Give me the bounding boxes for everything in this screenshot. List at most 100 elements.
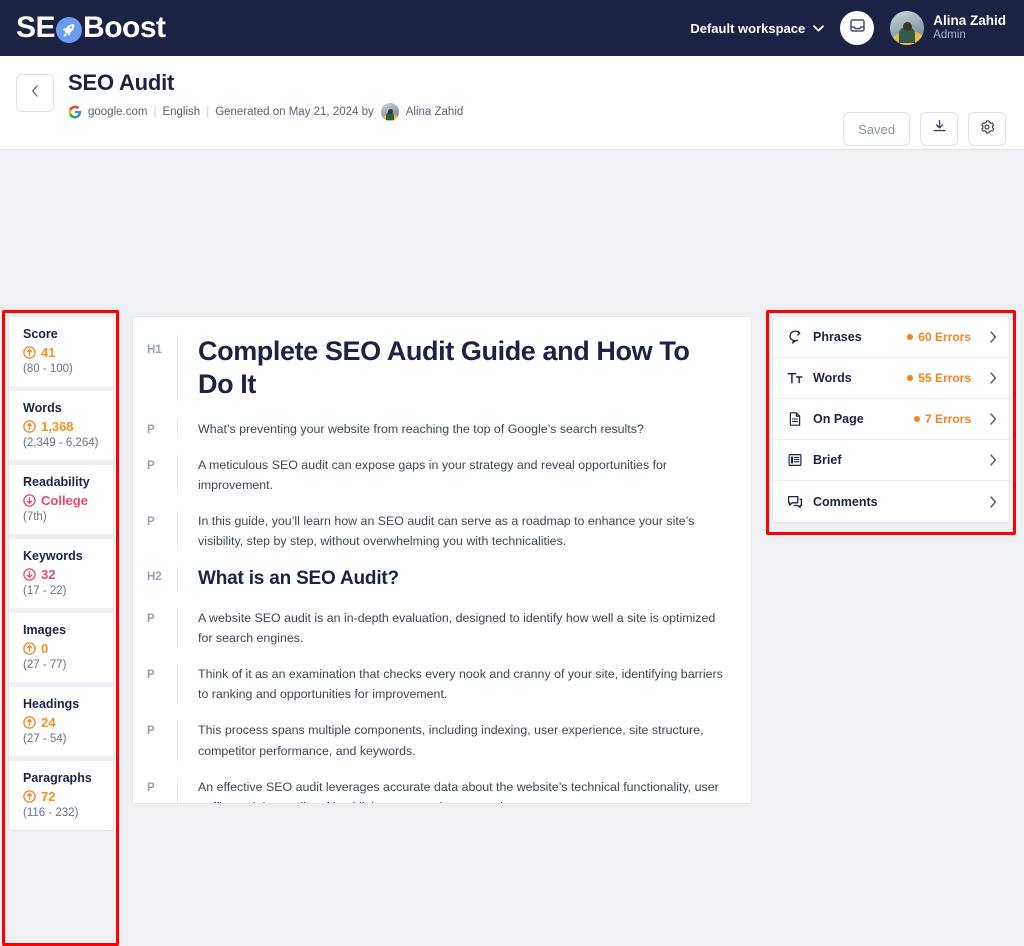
document-header-bar: SEO Audit google.com | English | Generat… — [0, 56, 1024, 150]
document-block-h1[interactable]: H1 Complete SEO Audit Guide and How To Do… — [147, 335, 725, 401]
document-block-p[interactable]: P In this guide, you’ll learn how an SEO … — [147, 511, 725, 552]
brand-logo[interactable]: SE Boost — [16, 11, 166, 45]
brand-name-suffix: Boost — [83, 11, 166, 44]
side-panel-label: Phrases — [813, 330, 862, 344]
block-text: Complete SEO Audit Guide and How To Do I… — [198, 336, 690, 399]
meta-generated: Generated on May 21, 2024 by — [215, 106, 374, 118]
circle-arrow-up-icon — [23, 790, 36, 803]
page-title: SEO Audit — [68, 70, 175, 95]
block-text: Think of it as an examination that check… — [198, 667, 723, 702]
metric-label: Keywords — [23, 549, 83, 563]
block-type-tag: P — [147, 516, 155, 529]
side-panel-item-words[interactable]: Words 55 Errors — [773, 358, 1009, 399]
block-body[interactable]: Think of it as an examination that check… — [177, 664, 725, 705]
document-meta: google.com | English | Generated on May … — [68, 103, 463, 121]
block-body[interactable]: Complete SEO Audit Guide and How To Do I… — [177, 335, 725, 401]
metric-card[interactable]: Headings 24 (27 - 54) — [9, 687, 113, 761]
metric-card[interactable]: Readability College (7th) — [9, 465, 113, 539]
document-block-p[interactable]: P A website SEO audit is an in-depth eval… — [147, 608, 725, 649]
metric-range: (7th) — [23, 511, 47, 523]
block-type-tag: P — [147, 613, 155, 626]
chevron-left-icon — [31, 84, 39, 102]
side-panel-label: Words — [813, 371, 852, 385]
metric-label: Headings — [23, 697, 80, 711]
side-panel-item-comments[interactable]: Comments — [773, 481, 1009, 522]
comments-icon — [787, 494, 803, 510]
block-text: What’s preventing your website from reac… — [198, 421, 644, 436]
document-block-p[interactable]: P An effective SEO audit leverages accura… — [147, 776, 725, 803]
workspace-selector[interactable]: Default workspace — [690, 21, 825, 36]
metric-range: (17 - 22) — [23, 585, 67, 597]
inbox-icon — [849, 17, 866, 39]
saved-button[interactable]: Saved — [843, 112, 910, 146]
block-body[interactable]: In this guide, you’ll learn how an SEO a… — [177, 511, 725, 552]
back-button[interactable] — [16, 74, 54, 112]
chevron-right-icon[interactable] — [989, 454, 997, 466]
download-button[interactable] — [920, 112, 958, 146]
metric-value-row: 1,368 — [23, 419, 113, 434]
status-dot-icon — [913, 416, 920, 422]
metric-label: Words — [23, 401, 62, 415]
analysis-side-panel: Phrases 60 Errors Words 55 Errors On Page 7 E… — [772, 316, 1010, 523]
metric-card[interactable]: Score 41 (80 - 100) — [9, 317, 113, 391]
block-body[interactable]: A meticulous SEO audit can expose gaps i… — [177, 454, 725, 496]
block-text: A website SEO audit is an in-depth evalu… — [198, 611, 716, 646]
block-body[interactable]: What is an SEO Audit? — [177, 567, 725, 593]
side-panel-item-phrases[interactable]: Phrases 60 Errors — [773, 317, 1009, 358]
chevron-right-icon[interactable] — [989, 495, 997, 508]
settings-button[interactable] — [968, 112, 1006, 146]
metric-value: College — [41, 493, 88, 508]
chevron-right-icon[interactable] — [989, 331, 997, 343]
circle-arrow-up-icon — [23, 420, 36, 433]
inbox-button[interactable] — [840, 11, 875, 45]
user-menu[interactable]: Alina Zahid Admin — [890, 11, 1006, 45]
metric-label: Images — [23, 623, 67, 637]
document-editor[interactable]: H1 Complete SEO Audit Guide and How To Do… — [132, 316, 752, 804]
document-block-p[interactable]: P A meticulous SEO audit can expose gaps … — [147, 454, 725, 496]
error-badge: 7 Errors — [913, 412, 971, 426]
status-dot-icon — [907, 375, 914, 381]
document-block-p[interactable]: P Think of it as an examination that chec… — [147, 664, 725, 705]
gear-icon — [979, 119, 995, 140]
side-panel-item-brief[interactable]: Brief — [773, 440, 1009, 481]
circle-arrow-up-icon — [23, 716, 36, 729]
chevron-right-icon[interactable] — [989, 372, 997, 384]
block-body[interactable]: What’s preventing your website from reac… — [177, 418, 725, 439]
metric-label: Readability — [23, 475, 90, 489]
chevron-right-icon[interactable] — [989, 413, 997, 425]
block-type-tag: H2 — [147, 571, 162, 584]
block-type-tag: P — [147, 669, 155, 682]
brief-list-icon — [787, 452, 803, 468]
circle-arrow-up-icon — [23, 346, 36, 359]
metric-value-row: 32 — [23, 567, 113, 582]
block-body[interactable]: An effective SEO audit leverages accurat… — [177, 776, 725, 803]
block-type-tag: P — [147, 781, 155, 794]
document-block-h2[interactable]: H2 What is an SEO Audit? — [147, 567, 725, 593]
block-body[interactable]: This process spans multiple components, … — [177, 720, 725, 761]
metric-card[interactable]: Keywords 32 (17 - 22) — [9, 539, 113, 613]
metric-card[interactable]: Paragraphs 72 (116 - 232) — [9, 761, 113, 830]
metric-card[interactable]: Images 0 (27 - 77) — [9, 613, 113, 687]
block-type-tag: H1 — [147, 344, 162, 356]
error-badge: 55 Errors — [907, 371, 971, 385]
circle-arrow-up-icon — [23, 642, 36, 655]
user-name: Alina Zahid — [933, 13, 1006, 28]
metrics-sidebar: Score 41 (80 - 100) Words 1,368 (2,349 - 6,26… — [8, 316, 114, 831]
block-body[interactable]: A website SEO audit is an in-depth evalu… — [177, 608, 725, 649]
document-actions: Saved — [843, 112, 1006, 146]
block-text: A meticulous SEO audit can expose gaps i… — [198, 457, 668, 493]
metric-value: 72 — [41, 789, 56, 804]
metric-value-row: 0 — [23, 641, 113, 656]
document-block-p[interactable]: P This process spans multiple components,… — [147, 720, 725, 761]
circle-arrow-down-icon — [23, 568, 36, 581]
document-block-p[interactable]: P What’s preventing your website from rea… — [147, 418, 725, 439]
metric-value: 24 — [41, 715, 56, 730]
workspace-area: Score 41 (80 - 100) Words 1,368 (2,349 - 6,26… — [0, 150, 1024, 946]
metric-value: 41 — [41, 345, 56, 360]
block-text: An effective SEO audit leverages accurat… — [198, 779, 719, 803]
block-type-tag: P — [147, 725, 155, 738]
metric-card[interactable]: Words 1,368 (2,349 - 6,264) — [9, 391, 113, 465]
metric-value-row: College — [23, 493, 113, 508]
side-panel-item-on-page[interactable]: On Page 7 Errors — [773, 399, 1009, 440]
meta-separator-1: | — [153, 106, 157, 118]
